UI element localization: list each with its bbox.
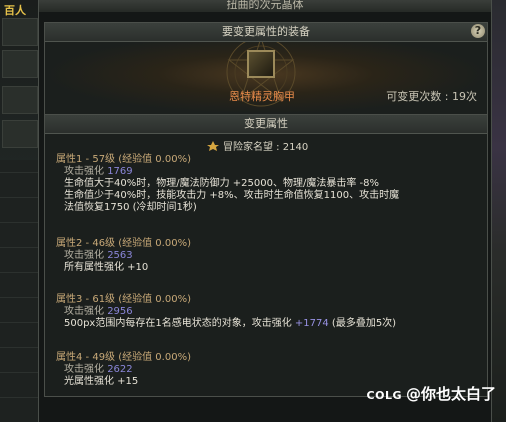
equipment-panel-header: 要变更属性的装备: [45, 23, 487, 42]
attack-enhance-label: 攻击强化: [64, 166, 104, 177]
chest-armor-icon[interactable]: [247, 50, 275, 78]
attack-enhance-row: 攻击强化 2956: [56, 306, 396, 318]
attribute-title: 属性2 - 46级 (经验值 0.00%): [56, 238, 191, 249]
attack-enhance-row: 攻击强化 2563: [56, 250, 191, 262]
attack-enhance-label: 攻击强化: [64, 364, 104, 375]
attribute-title: 属性3 - 61级 (经验值 0.00%): [56, 294, 191, 305]
colg-logo: COLG: [366, 389, 402, 402]
attribute-panel-header: 变更属性: [45, 115, 487, 134]
attribute-effect-line: 光属性强化 +15: [64, 376, 139, 387]
attack-enhance-label: 攻击强化: [64, 306, 104, 317]
attribute-1: 属性1 - 57级 (经验值 0.00%) 攻击强化 1769 生命值大于40%…: [56, 154, 399, 214]
attack-enhance-value: 1769: [107, 166, 133, 177]
window-title: 扭曲的次元晶体: [39, 0, 491, 12]
attack-enhance-row: 攻击强化 2622: [56, 364, 191, 376]
fame-row: 冒险家名望 : 2140: [207, 138, 308, 153]
attack-enhance-value: 2563: [107, 250, 133, 261]
attribute-3: 属性3 - 61级 (经验值 0.00%) 攻击强化 2956 500px范围内…: [56, 294, 396, 330]
attribute-effect-line: 500px范围内每存在1名感电状态的对象，攻击强化 +1774 (最多叠加5次): [56, 318, 396, 330]
attribute-effect-line: 法值恢复1750 (冷却时间1秒): [64, 202, 197, 213]
quick-slot[interactable]: [2, 18, 38, 46]
effect-note: (最多叠加5次): [331, 318, 397, 329]
attack-enhance-value: 2622: [107, 364, 133, 375]
attribute-effect-line: 生命值大于40%时，物理/魔法防御力 +25000、物理/魔法暴击率 -8%: [64, 178, 379, 189]
fame-crest-icon: [207, 141, 219, 151]
watermark: COLG @你也太白了: [367, 383, 496, 404]
equipment-slot-area: 恩特精灵胸甲 可变更次数 : 19次: [45, 42, 487, 114]
attribute-2: 属性2 - 46级 (经验值 0.00%) 攻击强化 2563 所有属性强化 +…: [56, 238, 191, 274]
attack-enhance-row: 攻击强化 1769: [56, 166, 399, 178]
help-button[interactable]: ?: [471, 24, 485, 38]
inventory-grid[interactable]: [0, 160, 40, 422]
left-strip-text: 百人: [4, 4, 26, 17]
attribute-title: 属性1 - 57级 (经验值 0.00%): [56, 154, 191, 165]
effect-value: +1774: [294, 318, 329, 329]
right-game-strip: [490, 0, 506, 422]
attribute-effect-line: 所有属性强化 +10: [64, 262, 149, 273]
attack-enhance-label: 攻击强化: [64, 250, 104, 261]
dimension-crystal-window: 扭曲的次元晶体 要变更属性的装备 恩特精灵胸甲 可变更次数 : 19次 ? 变更…: [38, 0, 492, 422]
fame-text: 冒险家名望 : 2140: [223, 142, 309, 153]
attribute-list: 冒险家名望 : 2140 属性1 - 57级 (经验值 0.00%) 攻击强化 …: [45, 134, 487, 396]
attribute-title: 属性4 - 49级 (经验值 0.00%): [56, 352, 191, 363]
attribute-4: 属性4 - 49级 (经验值 0.00%) 攻击强化 2622 光属性强化 +1…: [56, 352, 191, 388]
attack-enhance-value: 2956: [107, 306, 133, 317]
attribute-effect-line: 生命值少于40%时，技能攻击力 +8%、攻击时生命值恢复1100、攻击时魔: [64, 190, 400, 201]
left-game-strip: 百人: [0, 0, 40, 422]
equipment-panel: 要变更属性的装备 恩特精灵胸甲 可变更次数 : 19次: [44, 22, 488, 115]
quick-slot[interactable]: [2, 120, 38, 148]
quick-slot[interactable]: [2, 86, 38, 114]
quick-slot[interactable]: [2, 50, 38, 78]
effect-text: 500px范围内每存在1名感电状态的对象，攻击强化: [64, 318, 292, 329]
attribute-panel: 变更属性 冒险家名望 : 2140 属性1 - 57级 (经验值 0.00%) …: [44, 114, 488, 397]
watermark-text: @你也太白了: [405, 385, 496, 403]
change-count: 可变更次数 : 19次: [386, 90, 477, 103]
